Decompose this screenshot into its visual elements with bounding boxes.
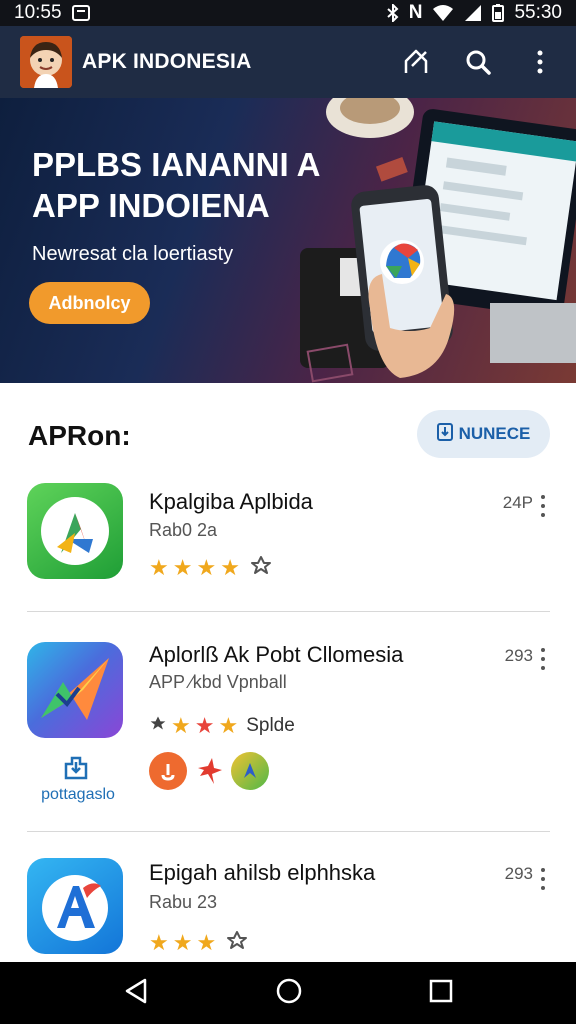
app-size: 293 — [504, 864, 533, 883]
more-vert-icon[interactable] — [538, 648, 548, 670]
star-outline-icon — [250, 555, 272, 580]
green-arrow-icon[interactable] — [231, 752, 269, 790]
download-box-icon — [436, 422, 453, 446]
star-icon: ★ — [196, 929, 217, 955]
list-item[interactable]: Epigah ahilsb elphhska Rabu 23 ★ ★ ★ 293 — [0, 858, 576, 962]
app-name: Aplorlß Ak Pobt Cllomesia — [149, 642, 404, 667]
status-time: 10:55 — [14, 2, 62, 23]
bluetooth-icon — [387, 4, 399, 22]
avatar[interactable] — [20, 36, 72, 88]
app-title: APK INDONESIA — [82, 50, 252, 73]
red-splash-icon[interactable] — [190, 752, 228, 790]
battery-icon — [492, 4, 505, 22]
publisher-link[interactable]: pottagaslo — [28, 786, 128, 804]
share-icon[interactable] — [400, 46, 432, 78]
banner-cta-button[interactable]: Adbnolcy — [29, 282, 150, 324]
star-icon: ★ — [194, 712, 215, 738]
list-item[interactable]: Aplorlß Ak Pobt Cllomesia APP ∕kbd Vpnba… — [0, 640, 576, 810]
app-size: 293 — [504, 646, 533, 665]
publisher-icon[interactable] — [63, 756, 89, 785]
app-name: Epigah ahilsb elphhska — [149, 860, 376, 885]
app-meta: APP ∕kbd Vpnball — [149, 672, 287, 692]
star-icon: ★ — [149, 929, 169, 955]
back-icon[interactable] — [123, 977, 149, 1010]
app-meta: Rab0 2a — [149, 520, 218, 540]
promo-banner[interactable]: PPLBS IANANNI A APP INDOIENA Newresat cl… — [0, 98, 576, 383]
app-meta: Rabu 23 — [149, 892, 218, 912]
divider — [27, 611, 550, 612]
app-size: 24P — [502, 493, 533, 512]
banner-title-line2: APP INDOIENA — [32, 187, 270, 224]
status-bar: 10:55 N 55:30 — [0, 0, 576, 26]
notification-icon — [71, 5, 90, 21]
section-title: APRon: — [28, 420, 131, 451]
more-vert-icon[interactable] — [538, 868, 548, 890]
wifi-icon — [432, 4, 454, 22]
star-icon: ★ — [172, 554, 193, 580]
banner-title-line1: PPLBS IANANNI A — [32, 146, 321, 183]
home-icon[interactable] — [275, 977, 303, 1010]
star-icon: ★ — [218, 712, 239, 738]
orange-badge-icon[interactable] — [149, 752, 187, 790]
search-icon[interactable] — [462, 46, 494, 78]
banner-title: PPLBS IANANNI A APP INDOIENA — [32, 144, 320, 226]
signal-icon — [464, 4, 482, 22]
section-action-button[interactable]: NUNECE — [417, 410, 550, 458]
rating-row: ★ ★ ★ Splde — [149, 714, 295, 737]
star-icon: ★ — [220, 554, 240, 580]
more-vert-icon[interactable] — [524, 46, 556, 78]
star-icon: ★ — [172, 929, 193, 955]
banner-subtitle: Newresat cla loertiasty — [32, 243, 234, 265]
star-icon — [149, 714, 167, 737]
system-nav-bar — [0, 962, 576, 1024]
app-icon-green[interactable] — [27, 483, 123, 579]
app-name: Kpalgiba Aplbida — [149, 489, 313, 514]
star-icon: ★ — [196, 554, 217, 580]
star-icon: ★ — [171, 712, 191, 738]
rating-stars: ★ ★ ★ — [149, 930, 248, 955]
recents-icon[interactable] — [429, 979, 453, 1008]
banner-devices-illustration — [300, 98, 576, 383]
divider — [27, 831, 550, 832]
app-icon-paper-plane[interactable] — [27, 642, 123, 738]
app-bar: APK INDONESIA — [0, 26, 576, 98]
rating-stars: ★ ★ ★ ★ — [149, 555, 272, 580]
status-clock: 55:30 — [514, 2, 562, 23]
app-icon-blue-a[interactable] — [27, 858, 123, 954]
star-outline-icon — [226, 930, 248, 955]
list-item[interactable]: Kpalgiba Aplbida Rab0 2a ★ ★ ★ ★ 24P — [0, 483, 576, 611]
section-action-label: NUNECE — [458, 424, 531, 443]
star-icon: ★ — [149, 554, 169, 580]
network-label: N — [408, 2, 423, 23]
rating-label: Splde — [246, 714, 295, 736]
more-vert-icon[interactable] — [538, 495, 548, 517]
